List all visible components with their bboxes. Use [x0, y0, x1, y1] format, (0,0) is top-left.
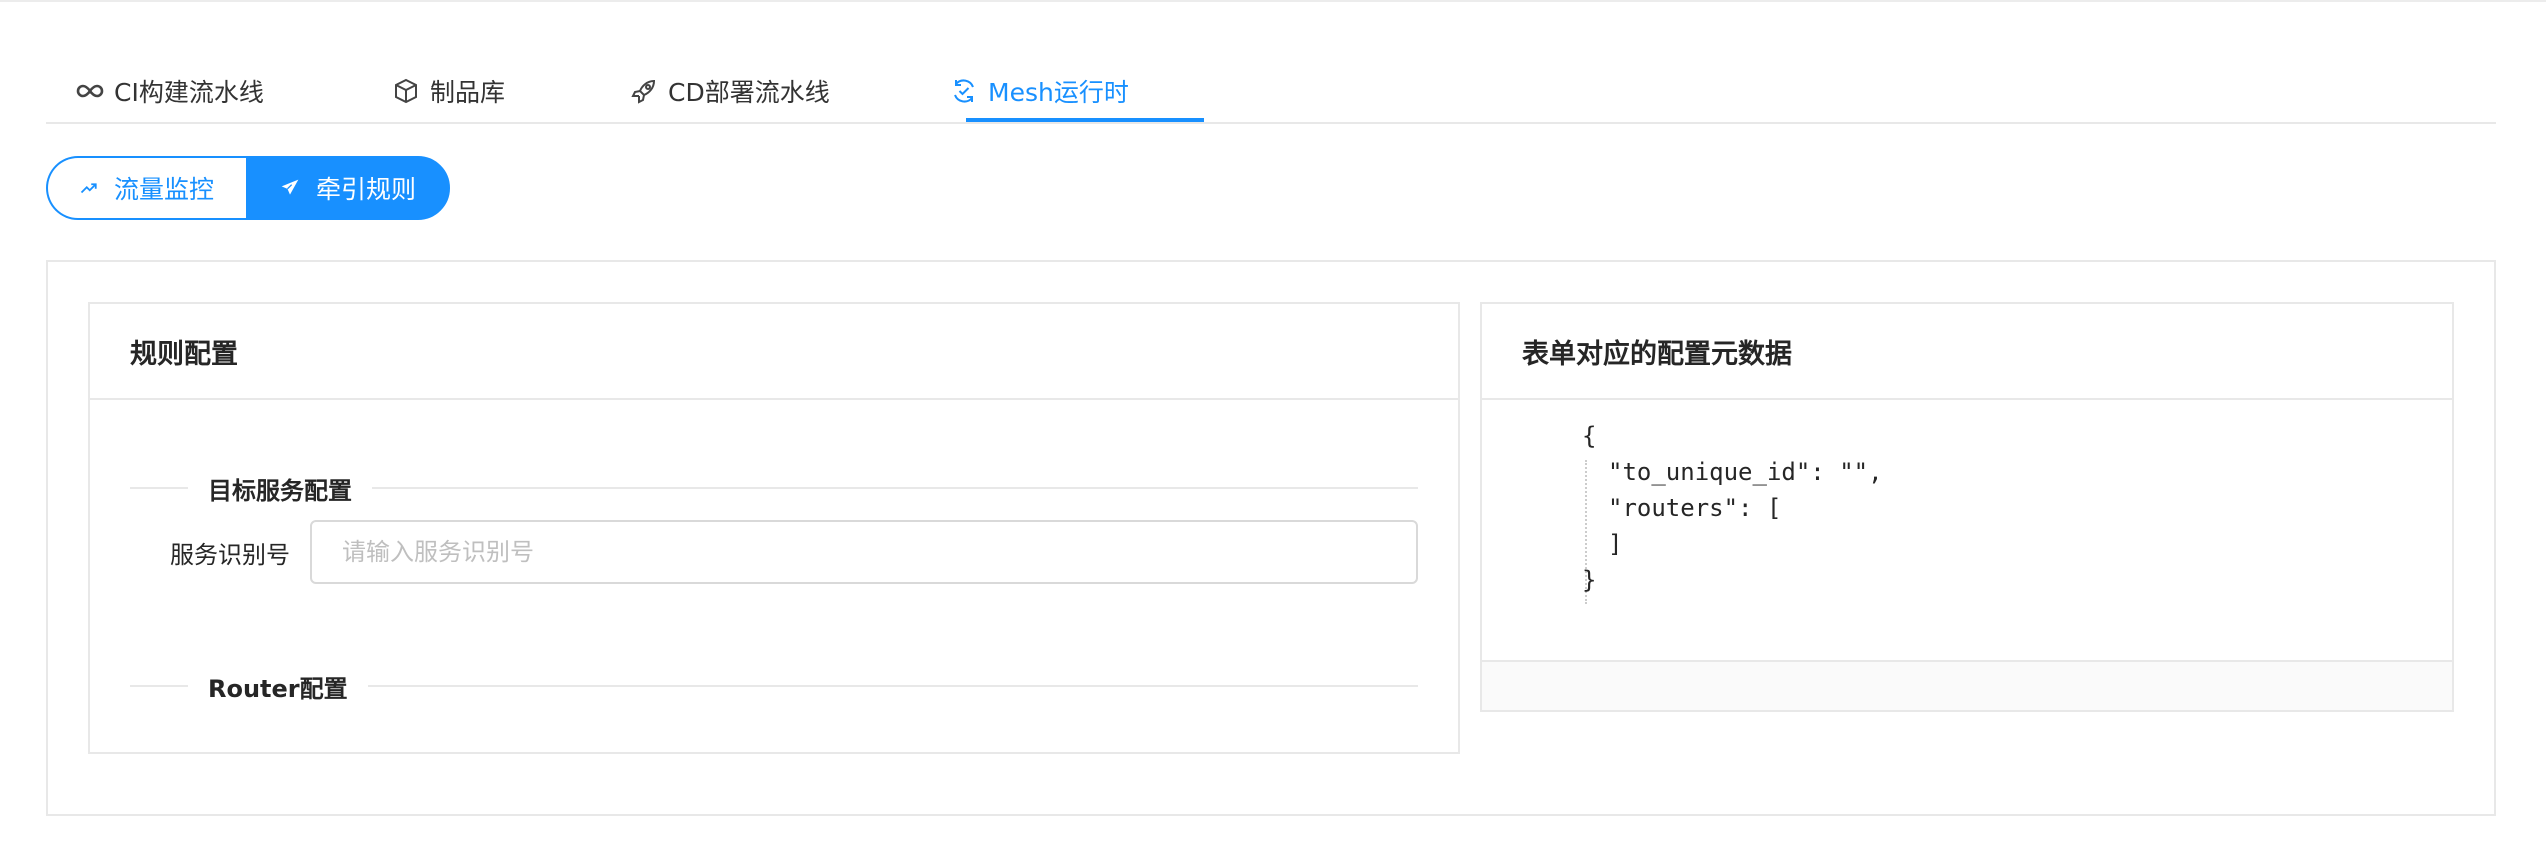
- config-metadata-card: 表单对应的配置元数据 { "to_unique_id": "", "router…: [1480, 302, 2454, 712]
- traffic-monitor-label: 流量监控: [113, 175, 214, 204]
- tab-mesh-runtime[interactable]: Mesh运行时: [950, 60, 1129, 122]
- tab-label: Mesh运行时: [988, 78, 1129, 107]
- rocket-icon: [630, 77, 658, 105]
- rule-config-title: 规则配置: [90, 304, 1458, 400]
- view-switch: 流量监控 牵引规则: [46, 156, 450, 220]
- tab-label: CD部署流水线: [668, 78, 830, 107]
- json-viewer: { "to_unique_id": "", "routers": [ ] }: [1482, 400, 2452, 650]
- card-footer: [1482, 660, 2452, 710]
- target-service-divider: 目标服务配置: [130, 476, 1418, 505]
- box-icon: [392, 77, 420, 105]
- service-id-input[interactable]: [310, 520, 1418, 584]
- infinity-icon: [76, 77, 104, 105]
- send-icon: [281, 179, 299, 195]
- traffic-monitor-button[interactable]: 流量监控: [46, 156, 246, 220]
- sync-check-icon: [950, 77, 978, 105]
- router-divider: Router配置: [130, 674, 1418, 703]
- active-tab-indicator: [966, 118, 1204, 122]
- tab-artifact-repo[interactable]: 制品库: [392, 60, 505, 122]
- json-line: "to_unique_id": "",: [1608, 458, 1883, 486]
- service-id-row: 服务识别号: [130, 520, 1418, 584]
- json-line: }: [1582, 566, 1597, 594]
- tab-label: 制品库: [430, 78, 506, 107]
- json-line: ]: [1608, 530, 1623, 558]
- traction-rules-button[interactable]: 牵引规则: [246, 156, 450, 220]
- top-border: [0, 0, 2546, 2]
- pipeline-tabs: CI构建流水线 制品库 CD部署流水线 Mesh运行时: [46, 60, 2496, 124]
- json-line: {: [1582, 422, 1597, 450]
- service-id-label: 服务识别号: [170, 540, 290, 569]
- trend-line-icon: [80, 183, 97, 194]
- page: CI构建流水线 制品库 CD部署流水线 Mesh运行时 流量监控 牵引规则 规则…: [0, 0, 2546, 860]
- config-metadata-title: 表单对应的配置元数据: [1482, 304, 2452, 400]
- target-service-section-title: 目标服务配置: [208, 476, 352, 505]
- tab-cd-pipeline[interactable]: CD部署流水线: [630, 60, 830, 122]
- router-section-title: Router配置: [208, 674, 348, 703]
- traction-rules-label: 牵引规则: [315, 175, 416, 204]
- tab-ci-pipeline[interactable]: CI构建流水线: [76, 60, 264, 122]
- tab-label: CI构建流水线: [114, 78, 264, 107]
- rule-config-card: 规则配置 目标服务配置 服务识别号 Router配置: [88, 302, 1460, 754]
- json-line: "routers": [: [1608, 494, 1782, 522]
